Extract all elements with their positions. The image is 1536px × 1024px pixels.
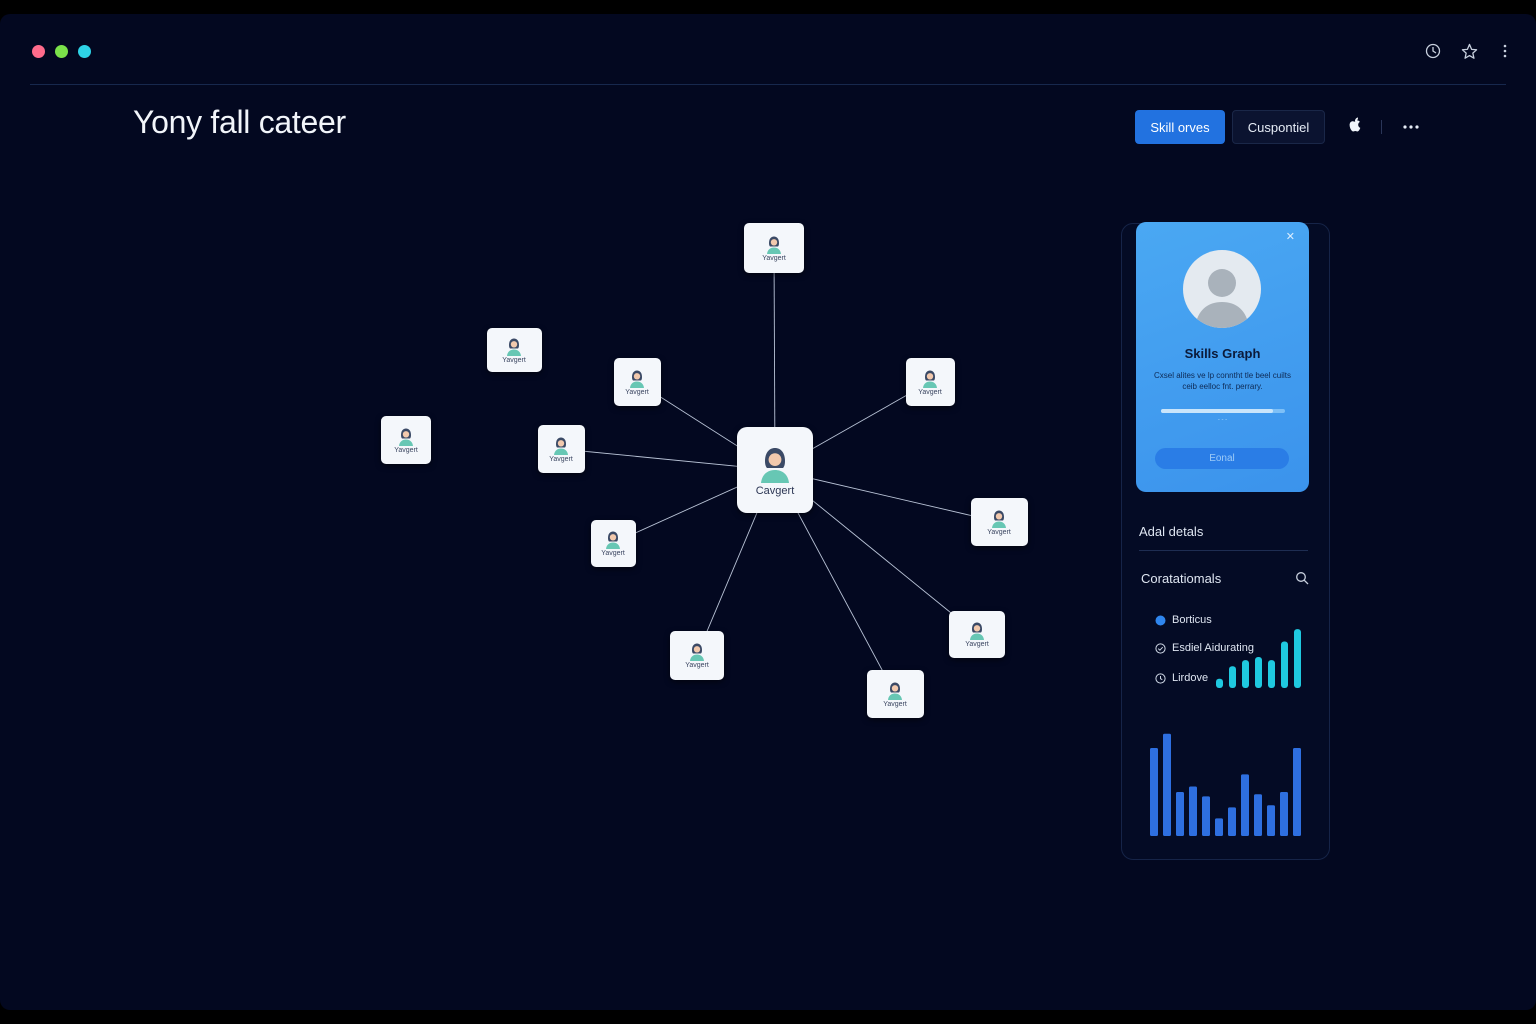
avatar-icon	[687, 641, 707, 661]
chart-bar	[1150, 748, 1158, 836]
chart-bar	[1229, 666, 1236, 688]
chart-bar	[1267, 805, 1275, 836]
avatar-icon	[396, 426, 416, 446]
big-bar-chart	[1150, 733, 1301, 836]
graph-node[interactable]: Yavgert	[905, 358, 955, 406]
avatar-icon	[551, 435, 571, 455]
graph-node[interactable]: Yavgert	[670, 630, 724, 680]
node-label: Yavgert	[987, 529, 1011, 536]
avatar	[1183, 250, 1261, 328]
details-heading[interactable]: Adal detals	[1139, 524, 1203, 539]
graph-node[interactable]: Yavgert	[949, 610, 1005, 658]
avatar-icon	[967, 620, 987, 640]
node-label: Yavgert	[502, 357, 526, 364]
avatar-icon	[764, 234, 784, 254]
chart-bar	[1215, 818, 1223, 836]
chart-bar	[1242, 660, 1249, 688]
chart-bar	[1254, 794, 1262, 836]
graph-center-node[interactable]: Cavgert	[737, 427, 813, 513]
search-icon[interactable]	[1295, 571, 1309, 585]
chart-bar	[1228, 807, 1236, 836]
filled-dot-icon	[1155, 615, 1166, 626]
avatar-icon	[755, 443, 795, 483]
avatar-icon	[920, 368, 940, 388]
node-label: Yavgert	[762, 255, 786, 262]
graph-node[interactable]: Yavgert	[970, 498, 1028, 546]
chart-bar	[1216, 678, 1223, 688]
card-meta: - - -	[1217, 417, 1228, 423]
avatar-icon	[603, 529, 623, 549]
card-description: Cxsel alites ve lp conntht tle beel cuil…	[1154, 371, 1291, 391]
check-circle-icon	[1155, 642, 1166, 654]
node-label: Yavgert	[685, 662, 709, 669]
chart-bar	[1176, 792, 1184, 836]
chart-bar	[1241, 774, 1249, 836]
avatar-icon	[885, 680, 905, 700]
correlations-heading: Coratatiomals	[1141, 571, 1222, 586]
close-icon[interactable]: ✕	[1286, 230, 1295, 243]
chart-bar	[1294, 629, 1301, 688]
avatar-icon	[504, 336, 524, 356]
clock-icon	[1155, 672, 1166, 684]
avatar-icon	[627, 368, 647, 388]
node-label: Yavgert	[394, 447, 418, 454]
chart-bar	[1268, 660, 1275, 688]
avatar-icon	[989, 508, 1009, 528]
details-divider	[1139, 550, 1308, 551]
graph-node[interactable]: Yavgert	[537, 425, 585, 473]
graph-node[interactable]: Yavgert	[381, 416, 431, 464]
chart-bar	[1189, 786, 1197, 836]
node-label: Cavgert	[755, 485, 795, 497]
app-window: Yony fall cateer Skill orves Cuspontiel …	[0, 14, 1536, 1010]
chart-bar	[1163, 733, 1171, 836]
graph-node[interactable]: Yavgert	[590, 519, 636, 567]
chart-bar	[1281, 641, 1288, 688]
legend-label: Borticus	[1172, 614, 1212, 626]
chart-bar	[1280, 792, 1288, 836]
legend-item-lirdove[interactable]: Lirdove	[1155, 672, 1208, 684]
mini-bar-chart	[1216, 629, 1301, 688]
node-label: Yavgert	[965, 641, 989, 648]
node-label: Yavgert	[601, 550, 625, 557]
card-title: Skills Graph	[1184, 346, 1261, 361]
chart-bar	[1202, 796, 1210, 836]
eonal-button[interactable]: Eonal	[1155, 448, 1289, 469]
node-label: Yavgert	[918, 389, 942, 396]
chart-bar	[1293, 748, 1301, 836]
graph-node[interactable]: Yavgert	[866, 670, 924, 718]
chart-bar	[1255, 657, 1262, 688]
legend-item-borticus[interactable]: Borticus	[1155, 614, 1212, 626]
graph-node[interactable]: Yavgert	[486, 328, 542, 372]
node-label: Yavgert	[549, 456, 573, 463]
graph-node[interactable]: Yavgert	[744, 223, 804, 273]
card-progress-bar	[1161, 409, 1285, 413]
graph-node[interactable]: Yavgert	[613, 358, 661, 406]
legend-label: Lirdove	[1172, 672, 1209, 684]
node-label: Yavgert	[625, 389, 649, 396]
profile-card: ✕ Skills Graph Cxsel alites ve lp connth…	[1136, 222, 1309, 492]
node-label: Yavgert	[883, 701, 907, 708]
